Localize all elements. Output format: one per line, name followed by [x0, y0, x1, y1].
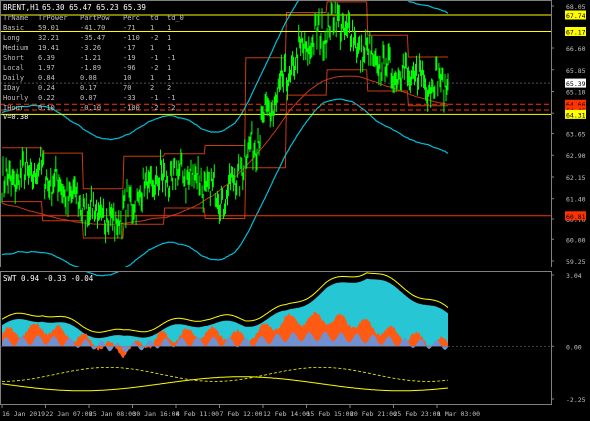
stats-cell: 0.08 — [80, 74, 97, 82]
time-tick-label: 16 Jan 2019 — [2, 410, 45, 418]
stats-cell: 0.17 — [80, 84, 97, 92]
stats-cell: 1 — [167, 74, 171, 82]
time-tick-label: 22 Jan 07:00 — [46, 410, 93, 418]
panel-separator[interactable] — [0, 267, 590, 271]
stats-cell: 1 — [150, 74, 154, 82]
stats-cell: Short — [3, 54, 24, 62]
stats-cell: -0.10 — [80, 104, 101, 112]
stats-cell: -1 — [167, 54, 175, 62]
stats-cell: -1.89 — [80, 64, 101, 72]
price-tag-label: 67.74 — [566, 12, 586, 20]
time-tick-label: 1 Mar 03:00 — [437, 410, 480, 418]
stats-cell: -41.70 — [80, 24, 105, 32]
stats-cell: 1 — [167, 44, 171, 52]
stats-cell: 0.22 — [38, 94, 55, 102]
stats-cell: -100 — [123, 104, 140, 112]
stats-cell: -1 — [167, 94, 175, 102]
stats-cell: 1.97 — [38, 64, 55, 72]
stats-cell: -1.21 — [80, 54, 101, 62]
price-tick-label: 59.25 — [566, 258, 586, 266]
stats-col-header: PartPow — [80, 14, 110, 22]
stats-cell: 0.24 — [38, 84, 55, 92]
stats-cell: 1 — [167, 34, 171, 42]
stats-cell: 19.41 — [38, 44, 59, 52]
trading-chart[interactable]: BRENT,H1 65.30 65.47 65.23 65.39 TrName T… — [0, 0, 590, 421]
stats-cell: -1 — [150, 94, 158, 102]
stats-col-header: td — [150, 14, 158, 22]
time-tick-label: 25 Feb 23:00 — [394, 410, 441, 418]
stats-cell: 1 — [150, 24, 154, 32]
price-tick-label: 60.00 — [566, 236, 586, 244]
stats-cell: 0.84 — [38, 74, 55, 82]
price-tick-label: 65.10 — [566, 88, 586, 96]
stats-cell: 2 — [167, 84, 171, 92]
stats-col-header: td_0 — [167, 14, 184, 22]
chart-quote: 65.30 65.47 65.23 65.39 — [42, 3, 146, 12]
stats-cell: -110 — [123, 34, 140, 42]
price-tick-label: 62.90 — [566, 152, 586, 160]
indicator-tick-label: 0.00 — [566, 343, 582, 351]
stats-cell: -1 — [150, 54, 158, 62]
indicator-tick-label: 3.04 — [566, 272, 582, 280]
stats-cell: -17 — [123, 44, 136, 52]
price-tick-label: 62.15 — [566, 174, 586, 182]
time-tick-label: 12 Feb 14:00 — [263, 410, 310, 418]
stats-col-header: TrPower — [38, 14, 68, 22]
stats-cell: Daily — [3, 74, 24, 82]
time-tick-label: 30 Jan 16:00 — [133, 410, 180, 418]
price-tick-label: 65.85 — [566, 67, 586, 75]
stats-cell: Long — [3, 34, 20, 42]
stats-cell: -2 — [150, 34, 158, 42]
price-tag-label: 65.39 — [566, 80, 586, 88]
price-tick-label: 68.05 — [566, 3, 586, 11]
price-tick-label: 61.40 — [566, 196, 586, 204]
stats-col-header: Perc — [123, 14, 140, 22]
stats-cell: 1 — [167, 64, 171, 72]
stats-cell: 0.07 — [80, 94, 97, 102]
stats-cell: IHour — [3, 104, 24, 112]
stats-cell: -19 — [123, 54, 136, 62]
stats-cell: 10 — [123, 74, 131, 82]
time-tick-label: 15 Feb 15:00 — [307, 410, 354, 418]
price-tick-label: 63.65 — [566, 131, 586, 139]
stats-col-header: TrName — [3, 14, 28, 22]
stats-cell: -2 — [150, 64, 158, 72]
stats-cell: Hourly — [3, 94, 28, 102]
stats-cell: IDay — [3, 84, 20, 92]
stats-cell: -3.26 — [80, 44, 101, 52]
stats-cell: -2 — [167, 104, 175, 112]
stats-cell: Basic — [3, 24, 24, 32]
stats-cell: -33 — [123, 94, 136, 102]
price-tag-label: 64.31 — [566, 111, 586, 119]
stats-cell: Medium — [3, 44, 28, 52]
stats-cell: 1 — [167, 24, 171, 32]
chart-symbol: BRENT,H1 — [3, 3, 39, 12]
stats-cell: -2 — [150, 104, 158, 112]
indicator-label: SWT 0.94 -0.33 -0.04 — [3, 274, 94, 283]
stats-cell: -35.47 — [80, 34, 105, 42]
price-tick-label: 66.60 — [566, 45, 586, 53]
stats-cell: Local — [3, 64, 24, 72]
price-tag-label: 67.17 — [566, 29, 586, 37]
stats-cell: 59.01 — [38, 24, 59, 32]
stats-cell: 2 — [150, 84, 154, 92]
price-tag-label: 60.81 — [566, 213, 586, 221]
time-tick-label: 4 Feb 11:00 — [176, 410, 219, 418]
stats-cell: -96 — [123, 64, 136, 72]
time-tick-label: 20 Feb 21:00 — [350, 410, 397, 418]
stats-cell: -71 — [123, 24, 136, 32]
stats-cell: 6.39 — [38, 54, 55, 62]
stats-cell: 32.21 — [38, 34, 59, 42]
indicator-tick-label: -2.25 — [566, 396, 586, 404]
stats-cell: 1 — [150, 44, 154, 52]
stats-footer: V=0.38 — [3, 113, 28, 121]
time-tick-label: 7 Feb 12:00 — [220, 410, 263, 418]
stats-cell: 70 — [123, 84, 131, 92]
stats-cell: 0.10 — [38, 104, 55, 112]
time-tick-label: 25 Jan 08:00 — [89, 410, 136, 418]
